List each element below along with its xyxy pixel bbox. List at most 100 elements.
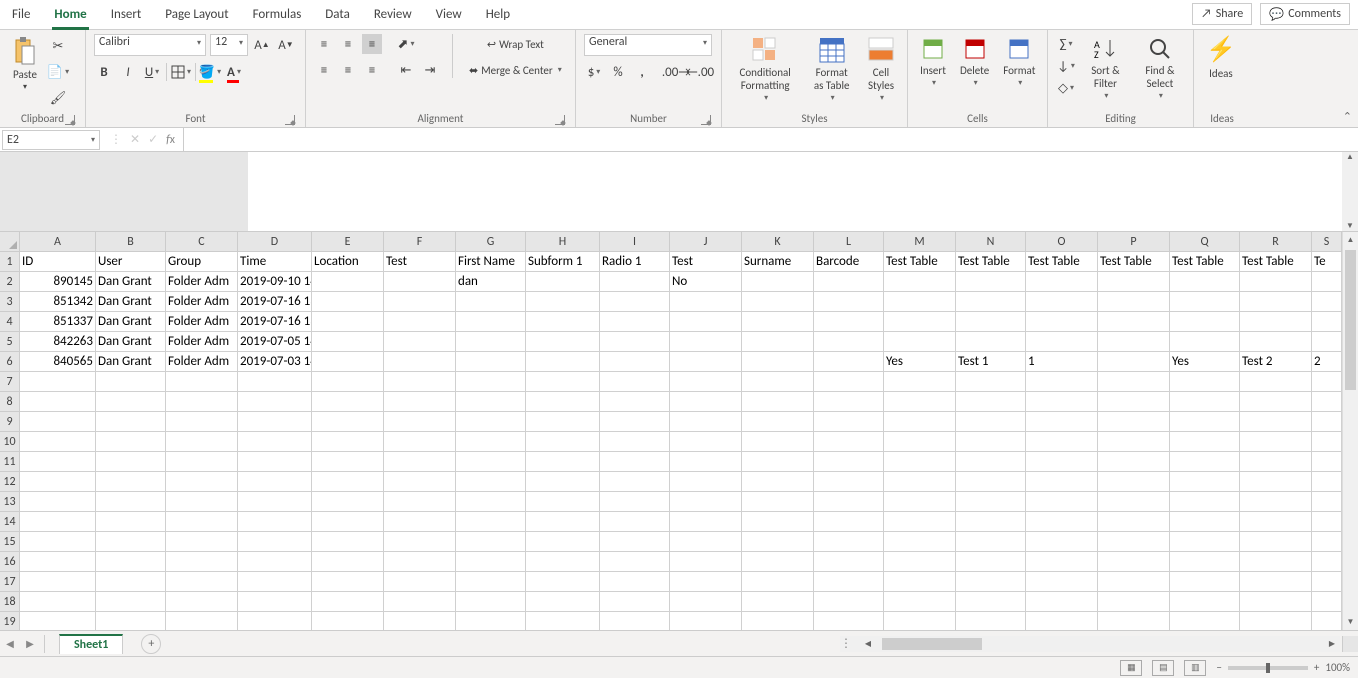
font-name-select[interactable]: Calibri: [94, 34, 206, 56]
cell-R18[interactable]: [1240, 592, 1312, 612]
cell-B8[interactable]: [96, 392, 166, 412]
cell-A17[interactable]: [20, 572, 96, 592]
cell-B3[interactable]: Dan Grant: [96, 292, 166, 312]
paste-button[interactable]: Paste▾: [8, 34, 42, 95]
cell-R14[interactable]: [1240, 512, 1312, 532]
cell-C17[interactable]: [166, 572, 238, 592]
col-header-G[interactable]: G: [456, 232, 526, 252]
cell-G17[interactable]: [456, 572, 526, 592]
cell-Q19[interactable]: [1170, 612, 1240, 630]
cell-E3[interactable]: [312, 292, 384, 312]
cell-M19[interactable]: [884, 612, 956, 630]
cell-A14[interactable]: [20, 512, 96, 532]
cell-D3[interactable]: 2019-07-16 13:27: [238, 292, 312, 312]
cell-G9[interactable]: [456, 412, 526, 432]
cell-S8[interactable]: [1312, 392, 1342, 412]
cell-S4[interactable]: [1312, 312, 1342, 332]
normal-view-button[interactable]: ▦: [1120, 660, 1142, 676]
cell-N8[interactable]: [956, 392, 1026, 412]
cell-J6[interactable]: [670, 352, 742, 372]
cell-A10[interactable]: [20, 432, 96, 452]
cell-O6[interactable]: 1: [1026, 352, 1098, 372]
cell-Q5[interactable]: [1170, 332, 1240, 352]
cell-F5[interactable]: [384, 332, 456, 352]
row-header-11[interactable]: 11: [0, 452, 20, 472]
cell-M5[interactable]: [884, 332, 956, 352]
cell-L15[interactable]: [814, 532, 884, 552]
cell-K17[interactable]: [742, 572, 814, 592]
align-right-button[interactable]: ≡: [362, 60, 382, 80]
cell-P19[interactable]: [1098, 612, 1170, 630]
cell-Q15[interactable]: [1170, 532, 1240, 552]
cell-G16[interactable]: [456, 552, 526, 572]
cell-B17[interactable]: [96, 572, 166, 592]
col-header-P[interactable]: P: [1098, 232, 1170, 252]
col-header-S[interactable]: S: [1312, 232, 1342, 252]
cell-G2[interactable]: dan: [456, 272, 526, 292]
cell-Q2[interactable]: [1170, 272, 1240, 292]
fill-color-button[interactable]: 🪣: [200, 62, 220, 82]
cell-O11[interactable]: [1026, 452, 1098, 472]
cell-M12[interactable]: [884, 472, 956, 492]
cell-O8[interactable]: [1026, 392, 1098, 412]
cell-L14[interactable]: [814, 512, 884, 532]
cell-R2[interactable]: [1240, 272, 1312, 292]
cell-D11[interactable]: [238, 452, 312, 472]
cell-D16[interactable]: [238, 552, 312, 572]
cell-J12[interactable]: [670, 472, 742, 492]
tab-view[interactable]: View: [424, 0, 474, 30]
cell-O5[interactable]: [1026, 332, 1098, 352]
cell-O18[interactable]: [1026, 592, 1098, 612]
cell-S9[interactable]: [1312, 412, 1342, 432]
cell-H8[interactable]: [526, 392, 600, 412]
cell-K12[interactable]: [742, 472, 814, 492]
sheet-tab[interactable]: Sheet1: [59, 634, 123, 654]
cell-L13[interactable]: [814, 492, 884, 512]
cell-M16[interactable]: [884, 552, 956, 572]
cell-F9[interactable]: [384, 412, 456, 432]
cell-D17[interactable]: [238, 572, 312, 592]
percent-button[interactable]: %: [608, 62, 628, 82]
cell-G3[interactable]: [456, 292, 526, 312]
cell-L4[interactable]: [814, 312, 884, 332]
cell-A18[interactable]: [20, 592, 96, 612]
cell-J2[interactable]: No: [670, 272, 742, 292]
underline-button[interactable]: U: [142, 62, 162, 82]
cell-B10[interactable]: [96, 432, 166, 452]
cell-D6[interactable]: 2019-07-03 14:40: [238, 352, 312, 372]
cell-D15[interactable]: [238, 532, 312, 552]
number-format-select[interactable]: General: [584, 34, 712, 56]
cell-J16[interactable]: [670, 552, 742, 572]
cell-E9[interactable]: [312, 412, 384, 432]
cell-F3[interactable]: [384, 292, 456, 312]
cell-S18[interactable]: [1312, 592, 1342, 612]
cell-M8[interactable]: [884, 392, 956, 412]
sort-filter-button[interactable]: AZSort & Filter: [1082, 34, 1129, 104]
col-header-C[interactable]: C: [166, 232, 238, 252]
col-header-F[interactable]: F: [384, 232, 456, 252]
cell-C1[interactable]: Group: [166, 252, 238, 272]
cell-N2[interactable]: [956, 272, 1026, 292]
cell-I4[interactable]: [600, 312, 670, 332]
italic-button[interactable]: I: [118, 62, 138, 82]
cell-K3[interactable]: [742, 292, 814, 312]
cell-C15[interactable]: [166, 532, 238, 552]
cell-F12[interactable]: [384, 472, 456, 492]
horizontal-scrollbar[interactable]: ⋮ ◀ ▶: [840, 636, 1340, 652]
cell-O12[interactable]: [1026, 472, 1098, 492]
cell-H11[interactable]: [526, 452, 600, 472]
tab-file[interactable]: File: [0, 0, 42, 30]
cell-R19[interactable]: [1240, 612, 1312, 630]
cell-I6[interactable]: [600, 352, 670, 372]
cell-J11[interactable]: [670, 452, 742, 472]
cell-N7[interactable]: [956, 372, 1026, 392]
cell-B18[interactable]: [96, 592, 166, 612]
decrease-font-button[interactable]: A▼: [276, 35, 296, 55]
col-header-Q[interactable]: Q: [1170, 232, 1240, 252]
cell-S7[interactable]: [1312, 372, 1342, 392]
cell-F2[interactable]: [384, 272, 456, 292]
cell-O10[interactable]: [1026, 432, 1098, 452]
formula-input[interactable]: [183, 128, 1358, 151]
cell-I11[interactable]: [600, 452, 670, 472]
cell-P10[interactable]: [1098, 432, 1170, 452]
